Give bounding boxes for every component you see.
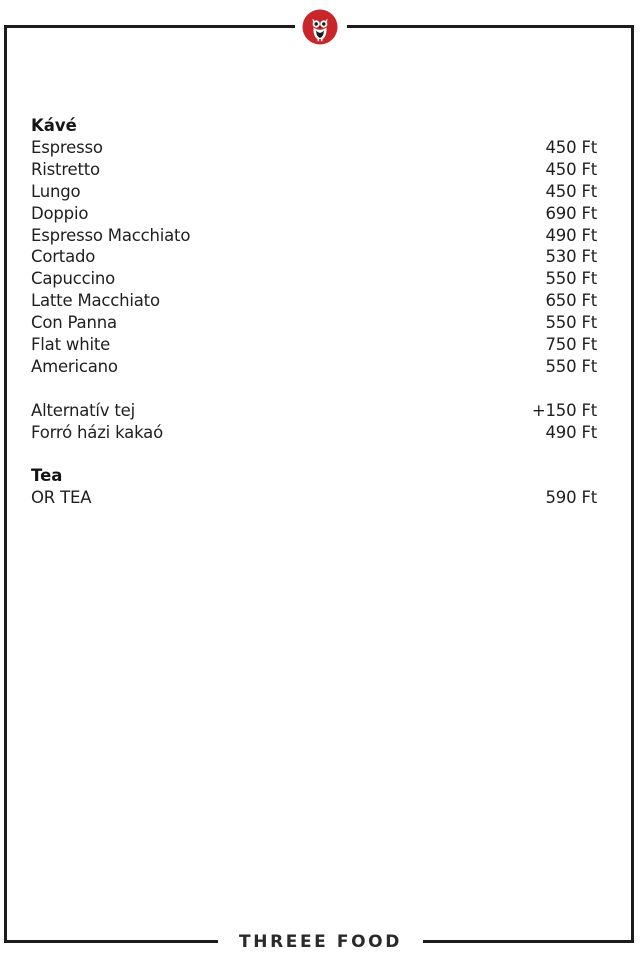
item-name: Con Panna xyxy=(31,313,117,333)
menu-item: Espresso 450 Ft xyxy=(31,137,597,159)
menu-item: Cortado 530 Ft xyxy=(31,246,597,268)
menu-item: Ristretto 450 Ft xyxy=(31,159,597,181)
owl-logo-svg xyxy=(302,9,338,45)
menu-item: Espresso Macchiato 490 Ft xyxy=(31,225,597,247)
item-name: Americano xyxy=(31,356,118,376)
item-name: OR TEA xyxy=(31,488,92,508)
item-price: +150 Ft xyxy=(531,400,597,420)
item-price: 490 Ft xyxy=(545,225,598,245)
menu-item: Lungo 450 Ft xyxy=(31,181,597,203)
item-price: 490 Ft xyxy=(545,422,598,442)
item-name: Forró házi kakaó xyxy=(31,422,163,442)
item-price: 550 Ft xyxy=(545,356,598,376)
item-name: Flat white xyxy=(31,335,111,355)
item-name: Alternatív tej xyxy=(31,400,136,420)
menu-item: Americano 550 Ft xyxy=(31,356,597,378)
frame-right-line xyxy=(631,25,634,943)
brand-name: THREEE FOOD xyxy=(239,932,402,952)
owl-icon xyxy=(302,9,338,45)
item-name: Capuccino xyxy=(31,269,116,289)
item-price: 750 Ft xyxy=(545,335,598,355)
item-name: Doppio xyxy=(31,203,89,223)
item-price: 650 Ft xyxy=(545,291,598,311)
menu-item: Latte Macchiato 650 Ft xyxy=(31,290,597,312)
item-name: Latte Macchiato xyxy=(31,291,160,311)
item-price: 450 Ft xyxy=(545,138,598,157)
item-name: Ristretto xyxy=(31,159,100,179)
menu-item: Doppio 690 Ft xyxy=(31,203,597,225)
item-price: 550 Ft xyxy=(545,269,598,289)
menu-item: Flat white 750 Ft xyxy=(31,334,597,356)
frame-bottom-right-line xyxy=(423,940,634,943)
item-name: Espresso Macchiato xyxy=(31,225,191,245)
frame-top-left-line xyxy=(4,25,295,28)
item-price: 450 Ft xyxy=(545,159,598,179)
menu-extra-item: Forró házi kakaó 490 Ft xyxy=(31,422,597,444)
section-title-tea: Tea xyxy=(31,466,63,486)
menu-content: Kávé Espresso 450 Ft Ristretto 450 Ft Lu… xyxy=(31,115,597,509)
menu-item: OR TEA 590 Ft xyxy=(31,487,597,509)
item-name: Cortado xyxy=(31,247,96,267)
item-price: 590 Ft xyxy=(545,488,598,508)
item-price: 690 Ft xyxy=(545,203,598,223)
item-name: Espresso xyxy=(31,138,103,157)
frame-left-line xyxy=(4,25,7,943)
item-price: 450 Ft xyxy=(545,181,598,201)
item-price: 550 Ft xyxy=(545,313,598,333)
item-price: 530 Ft xyxy=(545,247,598,267)
section-title-kave: Kávé xyxy=(31,116,77,135)
item-name: Lungo xyxy=(31,181,81,201)
frame-bottom-left-line xyxy=(4,940,218,943)
frame-top-right-line xyxy=(347,25,634,28)
menu-item: Capuccino 550 Ft xyxy=(31,268,597,290)
menu-item: Con Panna 550 Ft xyxy=(31,312,597,334)
menu-extra-item: Alternatív tej +150 Ft xyxy=(31,400,597,422)
